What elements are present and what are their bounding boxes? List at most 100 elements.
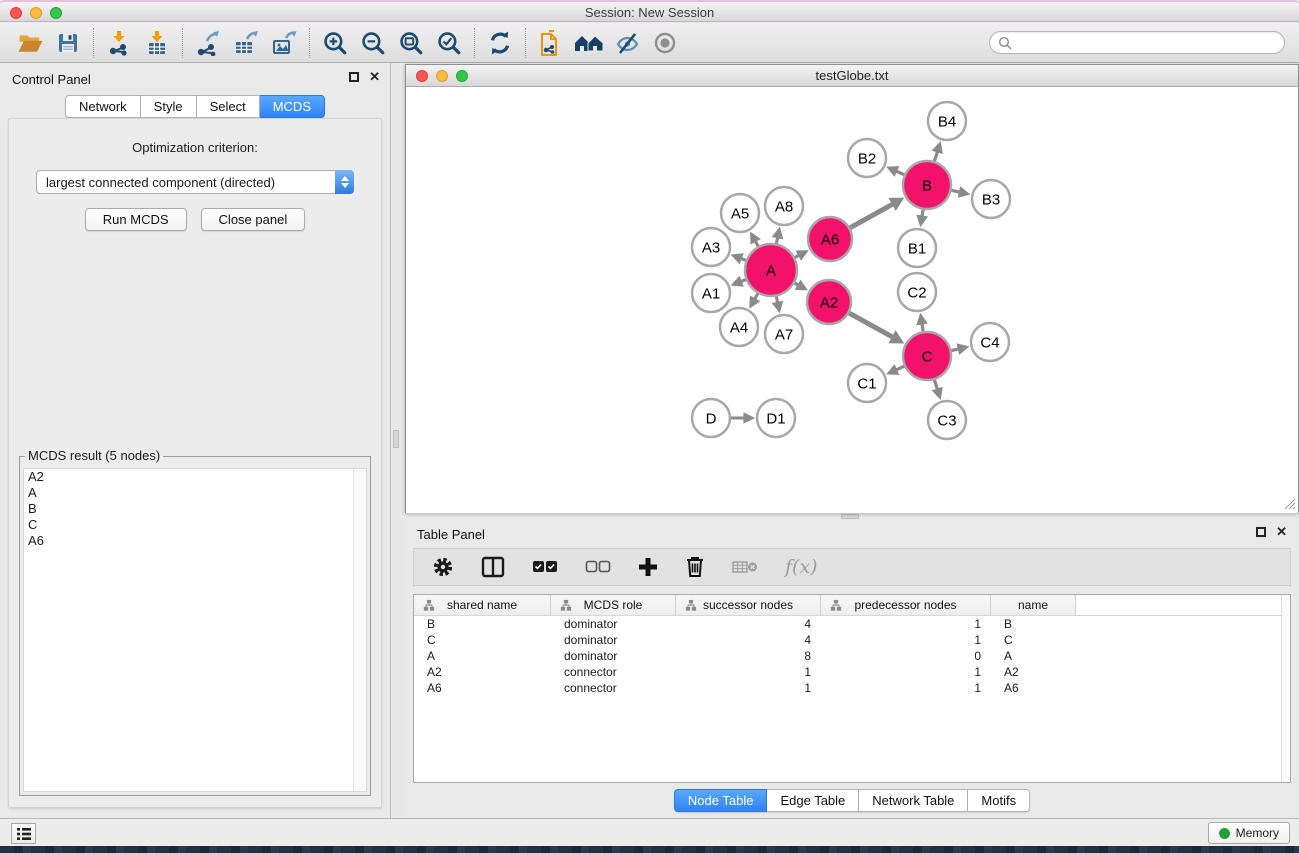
edge-a-a6[interactable] [795,250,809,261]
save-session-button[interactable] [52,28,84,58]
table-row[interactable]: Adominator80A [414,648,1290,664]
select-all-button[interactable] [532,554,558,580]
open-session-button[interactable] [14,28,46,58]
node-a1[interactable]: A1 [692,274,730,312]
edge-a-a2[interactable] [795,280,808,291]
tab-network[interactable]: Network [65,95,141,118]
node-c2[interactable]: C2 [898,273,936,311]
run-mcds-button[interactable]: Run MCDS [85,208,187,231]
import-table-button[interactable] [141,28,173,58]
show-columns-button[interactable] [481,554,505,580]
result-item[interactable]: C [24,517,366,533]
hide-selected-button[interactable] [611,28,643,58]
edge-c-c3[interactable] [932,380,943,400]
show-graphics-details-button[interactable] [649,28,681,58]
node-a4[interactable]: A4 [720,308,758,346]
table-row[interactable]: A2connector11A2 [414,664,1290,680]
edge-a-a1[interactable] [731,276,746,287]
zoom-selected-button[interactable] [433,28,465,58]
tab-edge-table[interactable]: Edge Table [767,789,859,812]
network-canvas[interactable]: A A1 A2 A3 A4 A5 A6 A7 A8 B B1 B2 B3 B4 C C1 C2 C3 C4 D D1 [406,87,1298,513]
edge-a-a8[interactable] [772,227,784,244]
node-d1[interactable]: D1 [757,399,795,437]
node-a2[interactable]: A2 [807,280,851,324]
edge-a-a4[interactable] [749,294,760,309]
edge-b-b4[interactable] [932,141,943,161]
tab-network-table[interactable]: Network Table [859,789,968,812]
node-a5[interactable]: A5 [721,194,759,232]
resize-grip-icon[interactable] [1284,498,1296,510]
node-c[interactable]: C [903,332,951,380]
show-all-networks-button[interactable] [573,28,605,58]
close-table-panel-icon[interactable]: ✕ [1276,527,1287,537]
tab-mcds[interactable]: MCDS [260,95,325,118]
export-image-button[interactable] [268,28,300,58]
zoom-in-button[interactable] [319,28,351,58]
node-a[interactable]: A [745,244,797,296]
table-row[interactable]: Cdominator41C [414,632,1290,648]
add-row-button[interactable] [638,554,658,580]
result-item[interactable]: B [24,501,366,517]
edge-d-d1[interactable] [731,412,755,423]
column-header-predecessor-nodes[interactable]: predecessor nodes [821,595,991,615]
task-history-button[interactable] [11,823,36,844]
criterion-dropdown[interactable]: largest connected component (directed) [36,170,354,194]
node-b[interactable]: B [903,161,951,209]
node-a3[interactable]: A3 [692,228,730,266]
table-row[interactable]: A6connector11A6 [414,680,1290,696]
edge-c-c1[interactable] [886,364,904,375]
deselect-all-button[interactable] [585,554,611,580]
node-d[interactable]: D [692,399,730,437]
table-scrollbar[interactable] [1281,595,1290,782]
edge-c-c4[interactable] [951,343,969,354]
node-c4[interactable]: C4 [971,323,1009,361]
zoom-out-button[interactable] [357,28,389,58]
function-builder-button[interactable]: f(x) [785,554,818,580]
close-panel-button[interactable]: Close panel [201,208,306,231]
vertical-split-handle[interactable] [393,430,399,448]
node-a8[interactable]: A8 [765,187,803,225]
table-settings-button[interactable] [432,554,454,580]
import-network-button[interactable] [103,28,135,58]
node-c1[interactable]: C1 [848,364,886,402]
node-a7[interactable]: A7 [765,315,803,353]
export-network-button[interactable] [192,28,224,58]
new-network-button[interactable] [535,28,567,58]
edge-a-a7[interactable] [772,296,784,313]
table-row[interactable]: Bdominator41B [414,616,1290,632]
node-b3[interactable]: B3 [972,180,1010,218]
node-b4[interactable]: B4 [928,102,966,140]
result-item[interactable]: A2 [24,469,366,485]
horizontal-split-handle[interactable] [841,514,859,519]
edge-b-b3[interactable] [951,186,970,197]
edge-a2-c[interactable] [849,313,904,343]
search-input[interactable] [1012,36,1276,50]
node-b2[interactable]: B2 [848,139,886,177]
memory-button[interactable]: Memory [1208,822,1290,844]
column-header-successor-nodes[interactable]: successor nodes [676,595,821,615]
edge-c-c2[interactable] [916,313,928,332]
delete-table-button[interactable] [732,554,758,580]
tab-node-table[interactable]: Node Table [674,789,768,812]
export-table-button[interactable] [230,28,262,58]
edge-b-b1[interactable] [916,210,928,228]
edge-a-a5[interactable] [750,231,761,246]
float-panel-icon[interactable] [349,72,359,82]
node-c3[interactable]: C3 [928,401,966,439]
tab-style[interactable]: Style [141,95,197,118]
edge-a-a3[interactable] [731,253,746,264]
column-header-shared-name[interactable]: shared name [414,595,551,615]
edge-b-b2[interactable] [886,166,904,177]
close-panel-icon[interactable]: ✕ [369,72,380,82]
zoom-fit-button[interactable] [395,28,427,58]
column-header-name[interactable]: name [991,595,1076,615]
result-item[interactable]: A [24,485,366,501]
column-header-mcds-role[interactable]: MCDS role [551,595,676,615]
delete-rows-button[interactable] [685,554,705,580]
node-a6[interactable]: A6 [808,217,852,261]
result-item[interactable]: A6 [24,533,366,549]
result-scrollbar[interactable] [353,469,366,791]
node-b1[interactable]: B1 [898,229,936,267]
tab-select[interactable]: Select [197,95,260,118]
refresh-view-button[interactable] [484,28,516,58]
